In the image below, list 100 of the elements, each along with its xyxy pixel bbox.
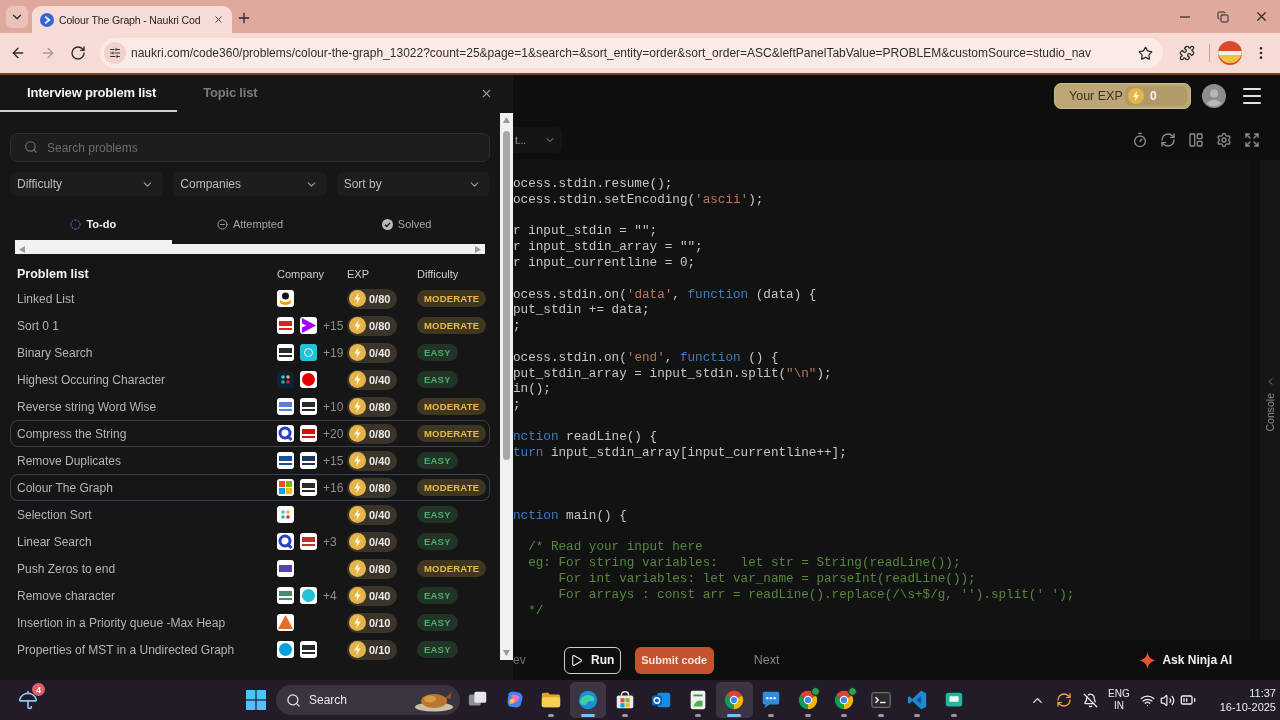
puzzle-icon <box>1179 45 1195 61</box>
battery-button[interactable] <box>1179 692 1196 708</box>
site-info-button[interactable] <box>104 42 126 64</box>
lightning-coin-icon <box>1128 88 1144 104</box>
plus-icon <box>236 10 252 26</box>
running-indicator-icon <box>548 714 555 717</box>
status-tab[interactable]: Attempted <box>171 208 329 244</box>
company-logo-icon <box>300 452 317 469</box>
language-dropdown[interactable]: t... <box>513 127 562 153</box>
panel-tab[interactable]: Topic list <box>177 75 278 112</box>
next-button[interactable]: Next <box>753 653 780 667</box>
problem-title: Insertion in a Priority queue -Max Heap <box>17 615 226 630</box>
notifications-off-button[interactable] <box>1083 692 1099 708</box>
settings-button[interactable] <box>1216 132 1232 148</box>
volume-button[interactable] <box>1159 692 1175 708</box>
company-logo-icon <box>277 398 294 415</box>
taskbar-app-button[interactable] <box>716 682 753 718</box>
address-field[interactable]: naukri.com/code360/problems/colour-the-graph_13022?count=25&page=1&search=&sort_entity=order&sort_order=ASC&leftPanelTabValue=PROBLEM&customSource=studio_nav <box>100 38 1163 68</box>
exp-value: 0 <box>1150 89 1157 103</box>
running-indicator-icon <box>914 714 921 717</box>
more-companies-count: +16 <box>323 480 344 495</box>
exp-value: 0/40 <box>369 589 391 602</box>
code-line: in(); <box>513 381 551 398</box>
problem-row[interactable]: Linked List 0/80 MODERATE <box>10 285 490 312</box>
problem-row[interactable]: Binary Search +19 0/40 EASY <box>10 339 490 366</box>
problem-row[interactable]: Linear Search +3 0/40 EASY <box>10 528 490 555</box>
running-indicator-icon <box>621 714 628 717</box>
weather-button[interactable] <box>17 689 39 711</box>
sparkle-icon <box>1139 651 1157 669</box>
wifi-button[interactable] <box>1139 692 1155 708</box>
running-indicator-icon <box>951 714 957 717</box>
sliders-icon <box>109 47 121 59</box>
bookmark-star-icon[interactable] <box>1138 45 1153 61</box>
sync-button[interactable] <box>1056 692 1073 708</box>
umbrella-icon <box>18 690 38 710</box>
exp-value: 0/80 <box>369 562 391 575</box>
code-line: ocess.stdin.setEncoding('ascii'); <box>513 191 764 208</box>
filter-dropdown[interactable]: Sort by <box>336 172 490 196</box>
profile-avatar-icon[interactable] <box>1218 41 1242 65</box>
browser-tab[interactable]: Colour The Graph - Naukri Cod <box>32 6 232 33</box>
reset-button[interactable] <box>1160 132 1176 148</box>
vertical-scrollbar[interactable] <box>500 113 513 660</box>
prev-button[interactable]: ev <box>513 653 526 667</box>
difficulty-badge: EASY <box>417 344 458 361</box>
company-logo-icon <box>277 425 294 442</box>
minimize-icon <box>1180 15 1190 18</box>
fullscreen-button[interactable] <box>1244 132 1260 148</box>
problem-row[interactable]: Push Zeros to end 0/80 MODERATE <box>10 555 490 582</box>
problem-row[interactable]: Compress the String +20 0/80 MODERATE <box>10 420 490 447</box>
console-tab[interactable]: Console <box>1264 393 1276 432</box>
problem-row[interactable]: Selection Sort 0/40 EASY <box>10 501 490 528</box>
filter-dropdown[interactable]: Difficulty <box>10 172 164 196</box>
taskbar-app-button[interactable] <box>569 682 607 718</box>
problem-title: Properties of MST in a Undirected Graph <box>17 642 235 657</box>
tab-list-button[interactable] <box>6 6 28 28</box>
layout-icon <box>1188 132 1204 148</box>
filter-dropdown[interactable]: Companies <box>173 172 327 196</box>
company-logo-icon <box>300 641 317 658</box>
run-button[interactable]: Run <box>563 646 621 674</box>
more-companies-count: +15 <box>323 318 344 333</box>
search-field[interactable]: Search problems <box>10 133 490 162</box>
company-logo-icon <box>300 587 317 604</box>
taskbar-search[interactable]: Search <box>276 685 460 715</box>
problem-row[interactable]: Insertion in a Priority queue -Max Heap 0/10 EASY <box>10 609 490 636</box>
exp-value: 0/10 <box>369 643 391 656</box>
search-icon <box>24 140 38 154</box>
layout-button[interactable] <box>1188 132 1204 148</box>
scrollbar-thumb[interactable] <box>503 131 510 460</box>
lightning-coin-icon <box>349 533 366 550</box>
status-tab[interactable]: Solved <box>328 208 485 244</box>
lightning-coin-icon <box>349 452 366 469</box>
problem-row[interactable]: Highest Occuring Character 0/40 EASY <box>10 366 490 393</box>
clock-button[interactable]: 11:37 16-10-2025 <box>1219 686 1276 714</box>
lightning-coin-icon <box>349 317 366 334</box>
difficulty-badge: EASY <box>417 641 458 658</box>
problem-title: Remove Duplicates <box>17 453 122 468</box>
code-line: ocess.stdin.resume(); <box>513 176 673 192</box>
timer-button[interactable] <box>1132 132 1148 148</box>
exp-value: 0/10 <box>369 616 391 629</box>
submit-button[interactable]: Submit code <box>634 646 714 674</box>
running-indicator-icon <box>877 714 884 717</box>
ask-ai-button[interactable]: Ask Ninja AI <box>1139 651 1232 669</box>
problem-row[interactable]: Reverse string Word Wise +10 0/80 MODERATE <box>10 393 490 420</box>
problem-row[interactable]: Properties of MST in a Undirected Graph 0/10 EASY <box>10 636 490 663</box>
panel-tab[interactable]: Interview problem list <box>0 75 178 112</box>
exp-value: 0/80 <box>369 292 391 305</box>
problem-title: Selection Sort <box>17 507 92 522</box>
difficulty-badge: EASY <box>417 371 458 388</box>
problem-row[interactable]: Sort 0 1 +15 0/80 MODERATE <box>10 312 490 339</box>
problem-row[interactable]: Colour The Graph +16 0/80 MODERATE <box>10 474 490 501</box>
problem-row[interactable]: Remove character +4 0/40 EASY <box>10 582 490 609</box>
problem-title: Highest Occuring Character <box>17 372 166 387</box>
language-indicator[interactable]: ENG IN <box>1108 688 1130 712</box>
company-logo-icon <box>277 479 294 496</box>
difficulty-badge: EASY <box>417 452 458 469</box>
user-avatar-icon[interactable] <box>1202 84 1226 108</box>
lightning-coin-icon <box>349 614 366 631</box>
site-favicon-icon <box>40 12 54 27</box>
problem-row[interactable]: Remove Duplicates +15 0/40 EASY <box>10 447 490 474</box>
company-logo-icon <box>300 479 317 496</box>
